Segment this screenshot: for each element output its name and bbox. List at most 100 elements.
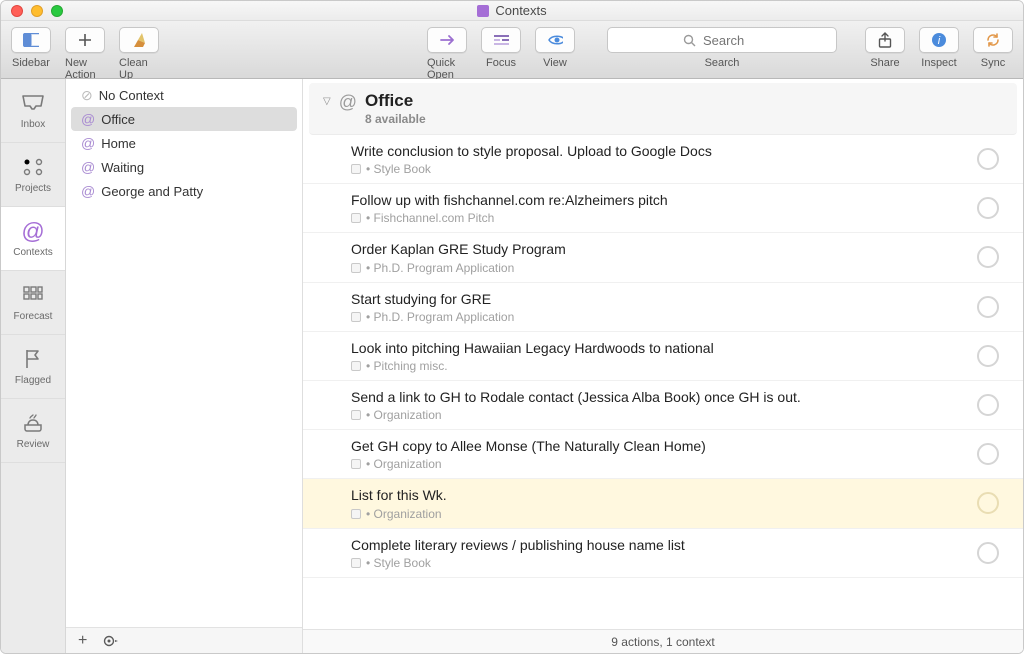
- search-input[interactable]: [703, 33, 763, 48]
- context-item-label: Office: [101, 112, 135, 127]
- new-action-button[interactable]: [65, 27, 105, 53]
- nav-review-label: Review: [17, 439, 50, 450]
- task-project: • Style Book: [351, 162, 965, 176]
- task-title: Write conclusion to style proposal. Uplo…: [351, 142, 965, 160]
- task-project: • Organization: [351, 408, 965, 422]
- task-row[interactable]: Send a link to GH to Rodale contact (Jes…: [303, 381, 1023, 430]
- task-project: • Organization: [351, 457, 965, 471]
- settings-gear-button[interactable]: [103, 634, 119, 648]
- task-project: • Style Book: [351, 556, 965, 570]
- plus-icon: [77, 32, 93, 48]
- clean-up-label: Clean Up: [119, 57, 159, 81]
- no-context-icon: ⊘: [81, 87, 93, 104]
- inspect-button[interactable]: i: [919, 27, 959, 53]
- project-icon: [351, 164, 361, 174]
- sidebar-icon: [23, 32, 39, 48]
- project-icon: [351, 509, 361, 519]
- task-checkbox[interactable]: [977, 148, 999, 170]
- sync-label: Sync: [981, 57, 1005, 69]
- task-title: List for this Wk.: [351, 486, 965, 504]
- inspect-label: Inspect: [921, 57, 956, 69]
- context-item[interactable]: @Home: [71, 131, 297, 155]
- disclosure-triangle[interactable]: ▽: [323, 96, 331, 107]
- task-project: • Fishchannel.com Pitch: [351, 211, 965, 225]
- info-icon: i: [931, 32, 947, 48]
- task-checkbox[interactable]: [977, 197, 999, 219]
- search-field[interactable]: [607, 27, 837, 53]
- eye-icon: [547, 32, 563, 48]
- task-project: • Organization: [351, 507, 965, 521]
- nav-inbox[interactable]: Inbox: [1, 79, 65, 143]
- nav-flagged[interactable]: Flagged: [1, 335, 65, 399]
- task-row[interactable]: Get GH copy to Allee Monse (The Naturall…: [303, 430, 1023, 479]
- task-row[interactable]: Start studying for GRE • Ph.D. Program Ap…: [303, 283, 1023, 332]
- context-item-label: Waiting: [101, 160, 144, 175]
- sync-button[interactable]: [973, 27, 1013, 53]
- task-row[interactable]: Follow up with fishchannel.com re:Alzhei…: [303, 184, 1023, 233]
- forecast-icon: [21, 283, 45, 307]
- flag-icon: [21, 347, 45, 371]
- task-checkbox[interactable]: [977, 246, 999, 268]
- task-checkbox[interactable]: [977, 492, 999, 514]
- toolbar: Sidebar New Action Clean Up: [1, 21, 1023, 79]
- task-title: Complete literary reviews / publishing h…: [351, 536, 965, 554]
- at-icon: @: [81, 183, 95, 199]
- context-subtitle: 8 available: [365, 112, 426, 126]
- share-button[interactable]: [865, 27, 905, 53]
- quick-open-button[interactable]: [427, 27, 467, 53]
- broom-icon: [131, 32, 147, 48]
- task-row[interactable]: List for this Wk. • Organization: [303, 479, 1023, 528]
- focus-label: Focus: [486, 57, 516, 69]
- nav-contexts[interactable]: @ Contexts: [1, 207, 65, 271]
- window-title: Contexts: [495, 3, 546, 18]
- task-title: Follow up with fishchannel.com re:Alzhei…: [351, 191, 965, 209]
- view-button[interactable]: [535, 27, 575, 53]
- task-title: Look into pitching Hawaiian Legacy Hardw…: [351, 339, 965, 357]
- new-action-label: New Action: [65, 57, 105, 81]
- context-item[interactable]: @George and Patty: [71, 179, 297, 203]
- task-checkbox[interactable]: [977, 296, 999, 318]
- perspective-nav: Inbox Projects @ Contexts Forecast: [1, 79, 66, 653]
- task-project: • Ph.D. Program Application: [351, 310, 965, 324]
- project-icon: [351, 361, 361, 371]
- task-row[interactable]: Write conclusion to style proposal. Uplo…: [303, 135, 1023, 184]
- nav-projects-label: Projects: [15, 183, 51, 194]
- clean-up-button[interactable]: [119, 27, 159, 53]
- task-row[interactable]: Order Kaplan GRE Study Program• Ph.D. Pr…: [303, 233, 1023, 282]
- search-label: Search: [705, 57, 740, 69]
- search-icon: [681, 32, 697, 48]
- at-icon: @: [339, 92, 357, 113]
- task-checkbox[interactable]: [977, 345, 999, 367]
- add-button[interactable]: +: [78, 632, 87, 650]
- context-item[interactable]: @Waiting: [71, 155, 297, 179]
- nav-review[interactable]: Review: [1, 399, 65, 463]
- sidebar-footer: +: [66, 627, 302, 653]
- at-icon: @: [81, 111, 95, 127]
- project-icon: [351, 263, 361, 273]
- at-icon: @: [81, 135, 95, 151]
- task-checkbox[interactable]: [977, 394, 999, 416]
- task-row[interactable]: Look into pitching Hawaiian Legacy Hardw…: [303, 332, 1023, 381]
- context-item[interactable]: ⊘No Context: [71, 83, 297, 107]
- nav-forecast[interactable]: Forecast: [1, 271, 65, 335]
- project-icon: [351, 558, 361, 568]
- focus-button[interactable]: [481, 27, 521, 53]
- at-icon: @: [21, 219, 45, 243]
- task-checkbox[interactable]: [977, 443, 999, 465]
- task-title: Order Kaplan GRE Study Program: [351, 240, 965, 258]
- context-item[interactable]: @ Office: [71, 107, 297, 131]
- share-icon: [877, 32, 893, 48]
- context-header: ▽ @ Office 8 available: [309, 83, 1017, 135]
- task-row[interactable]: Complete literary reviews / publishing h…: [303, 529, 1023, 578]
- contexts-sidebar: ⊘No Context@Office@Home@Waiting@George a…: [66, 79, 303, 653]
- task-project: • Pitching misc.: [351, 359, 965, 373]
- project-icon: [351, 213, 361, 223]
- nav-projects[interactable]: Projects: [1, 143, 65, 207]
- quick-open-label: Quick Open: [427, 57, 467, 81]
- sync-icon: [985, 32, 1001, 48]
- task-title: Start studying for GRE: [351, 290, 965, 308]
- nav-forecast-label: Forecast: [14, 311, 53, 322]
- project-icon: [351, 312, 361, 322]
- task-checkbox[interactable]: [977, 542, 999, 564]
- sidebar-toggle-button[interactable]: [11, 27, 51, 53]
